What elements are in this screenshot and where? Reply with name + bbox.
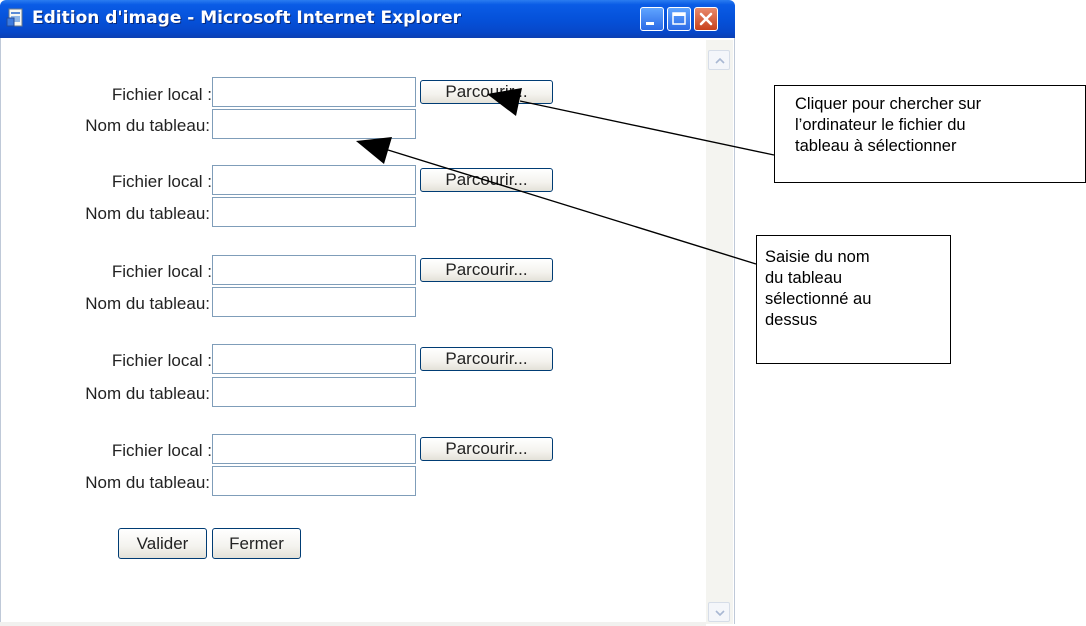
parcourir-button-3[interactable]: Parcourir... bbox=[420, 258, 553, 282]
scroll-up-button[interactable] bbox=[708, 50, 730, 70]
parcourir-button-5[interactable]: Parcourir... bbox=[420, 437, 553, 461]
nom-tableau-label-2: Nom du tableau: bbox=[85, 204, 210, 223]
nom-tableau-input-5[interactable] bbox=[212, 466, 416, 496]
fichier-local-input-4[interactable] bbox=[212, 344, 416, 374]
fichier-local-label-2: Fichier local : bbox=[111, 172, 212, 191]
minimize-icon bbox=[646, 22, 654, 25]
horizontal-scroll-track bbox=[0, 622, 706, 626]
fichier-local-input-1[interactable] bbox=[212, 77, 416, 107]
fichier-local-label-3: Fichier local : bbox=[111, 262, 212, 281]
minimize-button[interactable] bbox=[640, 7, 664, 31]
fichier-local-input-2[interactable] bbox=[212, 165, 416, 195]
fichier-local-label-1: Fichier local : bbox=[111, 85, 212, 104]
close-button[interactable] bbox=[694, 7, 718, 31]
scroll-down-icon bbox=[715, 610, 725, 617]
fichier-local-label-5: Fichier local : bbox=[111, 441, 212, 460]
parcourir-button-1[interactable]: Parcourir... bbox=[420, 80, 553, 104]
parcourir-button-2[interactable]: Parcourir... bbox=[420, 168, 553, 192]
maximize-icon bbox=[672, 12, 686, 25]
fermer-button[interactable]: Fermer bbox=[212, 528, 301, 559]
nom-tableau-label-5: Nom du tableau: bbox=[85, 473, 210, 492]
fichier-local-input-5[interactable] bbox=[212, 434, 416, 464]
fichier-local-input-3[interactable] bbox=[212, 255, 416, 285]
close-icon bbox=[699, 12, 713, 26]
fichier-local-label-4: Fichier local : bbox=[111, 351, 212, 370]
nom-tableau-input-2[interactable] bbox=[212, 197, 416, 227]
title-bar[interactable]: Edition d'image - Microsoft Internet Exp… bbox=[0, 0, 735, 38]
valider-button[interactable]: Valider bbox=[118, 528, 207, 559]
browse-annotation-callout: Cliquer pour chercher sur l’ordinateur l… bbox=[774, 85, 1086, 183]
nom-tableau-label-1: Nom du tableau: bbox=[85, 116, 210, 135]
ie-window: Edition d'image - Microsoft Internet Exp… bbox=[0, 0, 735, 626]
scroll-down-button[interactable] bbox=[708, 602, 730, 622]
nom-tableau-input-4[interactable] bbox=[212, 377, 416, 407]
window-title: Edition d'image - Microsoft Internet Exp… bbox=[32, 8, 462, 28]
nom-tableau-label-4: Nom du tableau: bbox=[85, 384, 210, 403]
nom-tableau-input-3[interactable] bbox=[212, 287, 416, 317]
ie-page-icon bbox=[6, 8, 26, 28]
vertical-scrollbar[interactable] bbox=[706, 40, 733, 624]
nom-tableau-label-3: Nom du tableau: bbox=[85, 294, 210, 313]
scroll-up-icon bbox=[715, 57, 725, 64]
maximize-button[interactable] bbox=[667, 7, 691, 31]
name-annotation-callout: Saisie du nom du tableau sélectionné au … bbox=[756, 235, 951, 364]
parcourir-button-4[interactable]: Parcourir... bbox=[420, 347, 553, 371]
nom-tableau-input-1[interactable] bbox=[212, 109, 416, 139]
